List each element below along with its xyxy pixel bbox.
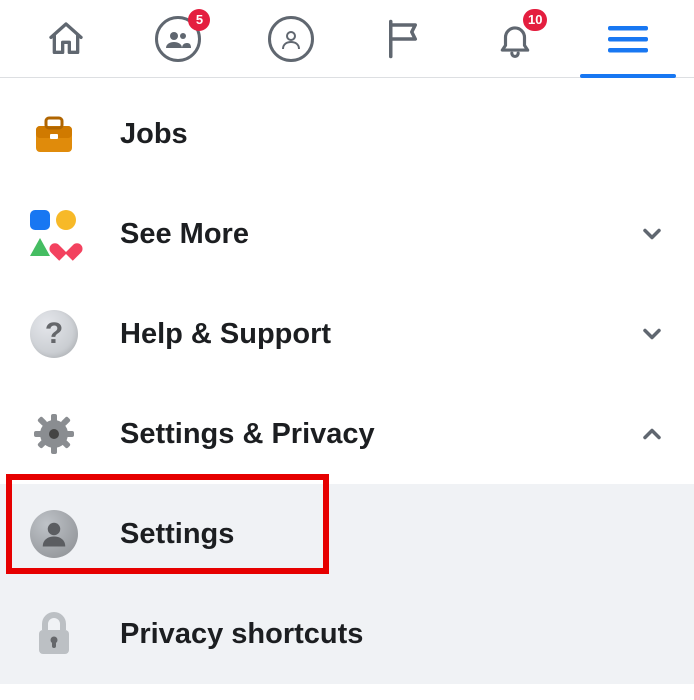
chevron-up-icon xyxy=(638,420,666,448)
help-icon: ? xyxy=(28,308,80,360)
menu-item-label: Jobs xyxy=(120,118,666,151)
groups-badge: 5 xyxy=(188,9,210,31)
tab-menu[interactable] xyxy=(572,0,684,77)
avatar-icon xyxy=(28,508,80,560)
profile-icon xyxy=(267,15,315,63)
groups-icon: 5 xyxy=(154,15,202,63)
chevron-down-icon xyxy=(638,320,666,348)
menu-item-label: Settings & Privacy xyxy=(120,418,638,451)
tab-home[interactable] xyxy=(10,0,122,77)
hamburger-icon xyxy=(604,15,652,63)
home-icon xyxy=(42,15,90,63)
menu-item-see-more[interactable]: See More xyxy=(0,184,694,284)
menu-item-label: See More xyxy=(120,218,638,251)
briefcase-icon xyxy=(28,108,80,160)
notifications-badge: 10 xyxy=(523,9,547,31)
flag-icon xyxy=(379,15,427,63)
top-tab-bar: 5 10 xyxy=(0,0,694,78)
chevron-down-icon xyxy=(638,220,666,248)
tab-notifications[interactable]: 10 xyxy=(459,0,571,77)
submenu-item-privacy-shortcuts[interactable]: Privacy shortcuts xyxy=(0,584,694,684)
menu-item-label: Settings xyxy=(120,518,666,551)
bell-icon: 10 xyxy=(491,15,539,63)
menu-item-label: Help & Support xyxy=(120,318,638,351)
tab-pages[interactable] xyxy=(347,0,459,77)
tab-groups[interactable]: 5 xyxy=(122,0,234,77)
menu-list: Jobs See More ? Help & Support Settings … xyxy=(0,78,694,684)
see-more-icon xyxy=(28,208,80,260)
lock-icon xyxy=(28,608,80,660)
tab-profile[interactable] xyxy=(235,0,347,77)
submenu-item-settings[interactable]: Settings xyxy=(0,484,694,584)
menu-item-jobs[interactable]: Jobs xyxy=(0,84,694,184)
gear-icon xyxy=(28,408,80,460)
menu-item-settings-privacy[interactable]: Settings & Privacy xyxy=(0,384,694,484)
menu-item-label: Privacy shortcuts xyxy=(120,618,666,651)
menu-item-help-support[interactable]: ? Help & Support xyxy=(0,284,694,384)
